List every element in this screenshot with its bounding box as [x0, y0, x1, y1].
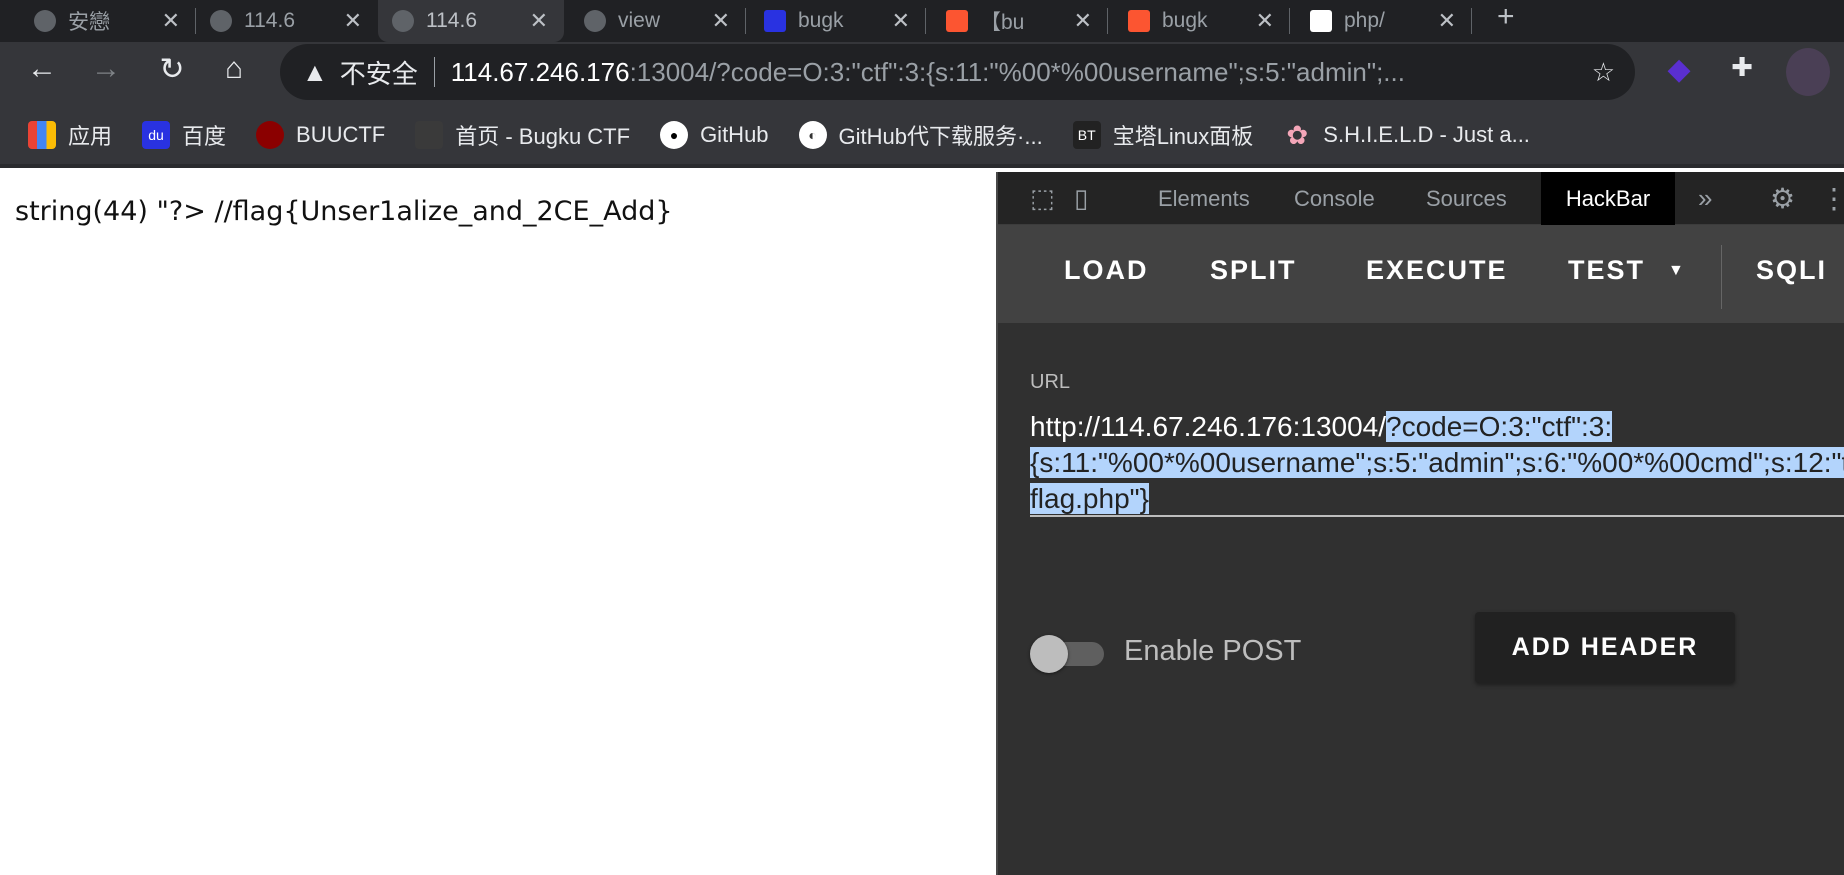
bookmark-label: 百度 [182, 124, 227, 149]
bookmark-label: 应用 [68, 124, 113, 149]
close-icon[interactable]: ✕ [1256, 8, 1274, 34]
url-label: URL [1030, 371, 1071, 393]
close-icon[interactable]: ✕ [530, 8, 548, 34]
url-textarea[interactable]: http://114.67.246.176:13004/?code=O:3:"c… [1030, 409, 1844, 517]
close-icon[interactable]: ✕ [1074, 8, 1092, 34]
bt-icon: BT [1072, 121, 1101, 149]
apps-grid-icon [28, 121, 56, 149]
globe-icon: ◐ [798, 121, 827, 149]
buuctf-icon [256, 121, 285, 149]
dropdown-caret-icon[interactable]: ▼ [1668, 262, 1686, 280]
sakura-icon: ✿ [1286, 119, 1309, 150]
browser-tab[interactable]: view ✕ [570, 0, 746, 42]
devtools-tab-bar: ⬚ ▯ Elements Console Sources HackBar » ⚙… [998, 172, 1844, 225]
browser-tab[interactable]: bugk ✕ [1114, 0, 1290, 42]
bookmark-label: S.H.I.E.L.D - Just a... [1323, 122, 1530, 147]
tab-hackbar[interactable]: HackBar [1541, 172, 1675, 225]
csdn-icon [1128, 10, 1150, 32]
browser-tab[interactable]: 【bu ✕ [932, 0, 1108, 42]
bookmark-label: 宝塔Linux面板 [1112, 124, 1254, 149]
profile-avatar[interactable] [1786, 48, 1830, 96]
more-options-icon[interactable]: ⋮ [1800, 172, 1844, 225]
bookmark-bugku[interactable]: 首页 - Bugku CTF [415, 119, 630, 151]
warning-icon: ▲ [302, 56, 328, 87]
tab-elements[interactable]: Elements [1138, 172, 1270, 225]
url-host: 114.67.246.176 [450, 56, 630, 87]
page-output-text: string(44) "?> //flag{Unser1alize_and_2C… [15, 196, 673, 227]
back-button[interactable]: ← [20, 52, 64, 86]
browser-tab[interactable]: 114.6 ✕ [196, 0, 378, 42]
enable-post-toggle[interactable] [1030, 632, 1106, 673]
bookmark-star-icon[interactable]: ☆ [1592, 57, 1615, 88]
load-button[interactable]: LOAD [1064, 255, 1149, 286]
tab-sources[interactable]: Sources [1406, 172, 1527, 225]
more-tabs-icon[interactable]: » [1678, 172, 1732, 225]
globe-icon [210, 10, 232, 32]
tab-title: bugk [798, 9, 844, 32]
bookmark-github[interactable]: ● GitHub [660, 121, 769, 149]
bookmarks-bar: 应用 du 百度 BUUCTF 首页 - Bugku CTF ● GitHub ◐ G… [0, 106, 1844, 168]
tab-title: php/ [1344, 9, 1385, 32]
security-label[interactable]: 不安全 [340, 54, 418, 91]
globe-icon [392, 10, 414, 32]
bookmark-shield[interactable]: ✿ S.H.I.E.L.D - Just a... [1283, 119, 1530, 150]
hackbar-toolbar: LOAD SPLIT EXECUTE TEST ▼ SQLI [998, 225, 1844, 323]
add-header-button[interactable]: ADD HEADER [1475, 612, 1735, 683]
bookmark-label: GitHub代下载服务·... [838, 124, 1043, 149]
url-plain-text: http://114.67.246.176:13004/ [1030, 411, 1387, 442]
page-icon [1310, 10, 1332, 32]
tab-strip: 安戀 ✕ 114.6 ✕ 114.6 ✕ view ✕ bugk ✕ 【bu ✕ bugk ✕… [0, 0, 1844, 42]
close-icon[interactable]: ✕ [892, 8, 910, 34]
close-icon[interactable]: ✕ [162, 8, 180, 34]
hackbar-body: URL http://114.67.246.176:13004/?code=O:… [998, 323, 1844, 875]
url-underline [1030, 515, 1844, 517]
reload-button[interactable]: ↻ [150, 52, 194, 87]
csdn-icon [946, 10, 968, 32]
bookmark-label: 首页 - Bugku CTF [455, 124, 631, 149]
close-icon[interactable]: ✕ [1438, 8, 1456, 34]
sqli-button[interactable]: SQLI [1756, 255, 1827, 286]
new-tab-button[interactable]: + [1497, 0, 1515, 34]
close-icon[interactable]: ✕ [344, 8, 362, 34]
favicon-icon [34, 10, 56, 32]
extensions-puzzle-icon[interactable]: ✚ [1720, 52, 1764, 83]
bookmark-label: BUUCTF [296, 122, 386, 147]
extension-icon[interactable]: ◆ [1657, 52, 1701, 87]
bugku-icon [415, 121, 444, 149]
bookmark-apps[interactable]: 应用 [28, 119, 112, 151]
tab-title: bugk [1162, 9, 1208, 32]
device-toolbar-icon[interactable]: ▯ [1054, 172, 1108, 225]
split-button[interactable]: SPLIT [1210, 255, 1297, 286]
globe-icon [584, 10, 606, 32]
browser-tab[interactable]: php/ ✕ [1296, 0, 1472, 42]
github-icon: ● [660, 121, 689, 149]
bookmark-label: GitHub [700, 122, 769, 147]
execute-button[interactable]: EXECUTE [1366, 255, 1508, 286]
close-icon[interactable]: ✕ [712, 8, 730, 34]
home-button[interactable]: ⌂ [212, 52, 256, 86]
browser-tab-active[interactable]: 114.6 ✕ [378, 0, 564, 42]
browser-tab[interactable]: 安戀 ✕ [20, 0, 196, 42]
forward-button[interactable]: → [84, 52, 128, 86]
url-rest: :13004/?code=O:3:"ctf":3:{s:11:"%00*%00u… [629, 56, 1405, 87]
tab-title: 114.6 [244, 9, 295, 32]
tab-title: view [618, 9, 661, 32]
bookmark-baidu[interactable]: du 百度 [142, 119, 226, 151]
tab-title: 【bu [980, 11, 1025, 34]
address-bar[interactable]: ▲ 不安全 114.67.246.176:13004/?code=O:3:"ct… [280, 44, 1635, 100]
browser-tab[interactable]: bugk ✕ [750, 0, 926, 42]
browser-toolbar: ← → ↻ ⌂ ▲ 不安全 114.67.246.176:13004/?code… [0, 42, 1844, 106]
baidu-icon: du [142, 121, 171, 149]
test-button[interactable]: TEST [1568, 255, 1645, 286]
bookmark-bt-panel[interactable]: BT 宝塔Linux面板 [1072, 119, 1254, 151]
enable-post-label: Enable POST [1124, 635, 1302, 667]
page-content: string(44) "?> //flag{Unser1alize_and_2C… [0, 172, 996, 875]
tab-console[interactable]: Console [1274, 172, 1395, 225]
devtools-panel: ⬚ ▯ Elements Console Sources HackBar » ⚙… [996, 172, 1844, 875]
tab-title: 114.6 [426, 9, 477, 32]
tab-title: 安戀 [68, 11, 110, 34]
baidu-icon [764, 10, 786, 32]
bookmark-github-download[interactable]: ◐ GitHub代下载服务·... [798, 119, 1043, 151]
bookmark-buuctf[interactable]: BUUCTF [256, 121, 385, 149]
